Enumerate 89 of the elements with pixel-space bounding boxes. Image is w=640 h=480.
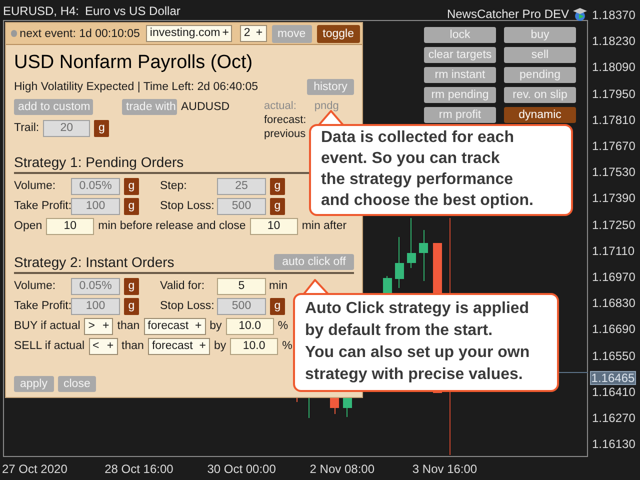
line-text: by xyxy=(214,339,226,354)
field-label: Take Profit: xyxy=(14,199,71,214)
expert-label: NewsCatcher Pro DEV xyxy=(446,6,569,23)
section-heading: Strategy 2: Instant Orders xyxy=(14,253,174,271)
price-label: 1.16130 xyxy=(592,437,636,452)
price-label: 1.16550 xyxy=(592,348,636,363)
price-label: 1.17250 xyxy=(592,218,636,232)
auto-click-button[interactable]: auto click off xyxy=(274,254,354,270)
control-button[interactable]: pending xyxy=(504,67,576,83)
dropdown[interactable]: investing.com + xyxy=(146,25,232,42)
price-label: 1.16690 xyxy=(592,322,636,336)
symbol-label: EURUSD, H4: xyxy=(3,3,80,20)
callout-text: Auto Click strategy is applied by default from the start. You can also set up your own strategy with precise values. xyxy=(293,293,559,392)
dropdown[interactable]: 2 + xyxy=(240,25,267,42)
field-label: Volume: xyxy=(14,279,57,294)
add-to-custom-button[interactable]: add to custom xyxy=(14,99,93,115)
line-text: min after xyxy=(302,219,347,234)
time-label: 2 Nov 08:00 xyxy=(310,462,375,476)
value-label: forecast: xyxy=(264,113,306,127)
price-label: 1.17110 xyxy=(592,244,634,258)
trade-with-button[interactable]: trade with xyxy=(122,99,177,115)
line-text: than xyxy=(122,339,144,354)
header-button[interactable]: move xyxy=(272,24,312,42)
field-label: Volume: xyxy=(14,179,57,194)
line-text: by xyxy=(210,319,222,334)
value-label: actual: xyxy=(264,99,296,113)
price-label: 1.16270 xyxy=(592,411,636,425)
event-subtitle: High Volatility Expected | Time Left: 2d 06:40:05 xyxy=(14,80,258,94)
price-label: 1.17390 xyxy=(592,191,636,206)
dropdown[interactable]: forecast + xyxy=(148,338,210,355)
graduation-cap-icon xyxy=(572,6,588,22)
price-label: 1.17810 xyxy=(592,112,636,127)
dropdown[interactable]: < + xyxy=(88,338,118,355)
price-label: 1.17530 xyxy=(592,165,636,180)
field-label: Stop Loss: xyxy=(160,299,216,314)
input-field[interactable]: 5 xyxy=(217,278,266,295)
line-text: min before release and close xyxy=(98,219,246,234)
line-text: % xyxy=(282,339,292,354)
price-label: 1.16830 xyxy=(592,296,636,310)
field-label: Step: xyxy=(160,179,188,194)
pair-label: AUDUSD xyxy=(181,100,230,114)
control-button[interactable]: clear targets xyxy=(424,47,496,63)
line-text: % xyxy=(278,319,288,334)
line-text: than xyxy=(117,319,140,334)
price-label: 1.16410 xyxy=(592,384,636,399)
event-title: USD Nonfarm Payrolls (Oct) xyxy=(14,51,254,75)
price-label: 1.18090 xyxy=(592,60,636,74)
control-button[interactable]: rm pending xyxy=(424,87,496,103)
value-text: pndg xyxy=(314,99,339,113)
control-button[interactable]: buy xyxy=(504,27,576,43)
control-button[interactable]: rev. on slip xyxy=(504,87,576,103)
price-label: 1.17950 xyxy=(592,86,636,101)
control-button[interactable]: dynamic xyxy=(504,107,576,123)
time-label: 30 Oct 00:00 xyxy=(207,462,276,476)
time-label: 28 Oct 16:00 xyxy=(104,462,174,476)
field-label: Valid for: xyxy=(160,279,206,294)
control-button[interactable]: rm profit xyxy=(424,107,496,123)
control-button[interactable]: rm instant xyxy=(424,67,496,83)
current-price-label: 1.16465 xyxy=(590,370,636,385)
section-heading: Strategy 1: Pending Orders xyxy=(14,153,184,171)
line-text: SELL if actual xyxy=(14,339,85,354)
footer-button[interactable]: close xyxy=(58,376,96,392)
time-label: 3 Nov 16:00 xyxy=(412,462,478,476)
trail-label: Trail: xyxy=(14,121,40,136)
line-text: BUY if actual xyxy=(14,319,80,334)
price-label: 1.18230 xyxy=(592,34,636,48)
control-button[interactable]: lock xyxy=(424,27,496,43)
input-field[interactable]: 10.0 xyxy=(230,338,278,355)
header-button[interactable]: toggle xyxy=(316,24,360,42)
footer-button[interactable]: apply xyxy=(14,376,54,392)
input-field[interactable]: 10 xyxy=(250,218,298,235)
next-event-label: next event: 1d 00:10:05 xyxy=(20,26,140,42)
field-label: Take Profit: xyxy=(14,299,71,314)
symbol-description: Euro vs US Dollar xyxy=(85,3,180,20)
history-button[interactable]: history xyxy=(307,79,354,95)
dropdown[interactable]: forecast + xyxy=(144,318,206,335)
dropdown[interactable]: > + xyxy=(84,318,114,335)
price-label: 1.17670 xyxy=(592,139,636,153)
input-field[interactable]: 10.0 xyxy=(226,318,274,335)
control-button[interactable]: sell xyxy=(504,47,576,63)
price-label: 1.16970 xyxy=(592,270,636,284)
time-label: 27 Oct 2020 xyxy=(2,462,68,476)
value-label: previous xyxy=(264,127,306,141)
input-field[interactable]: 10 xyxy=(46,218,94,235)
callout-text: Data is collected for each event. So you can track the strategy performance and choose the best option. xyxy=(309,124,573,216)
unit-label: min xyxy=(269,279,288,294)
line-text: Open xyxy=(14,219,42,234)
field-label: Stop Loss: xyxy=(160,199,216,214)
price-label: 1.18370 xyxy=(592,8,636,22)
